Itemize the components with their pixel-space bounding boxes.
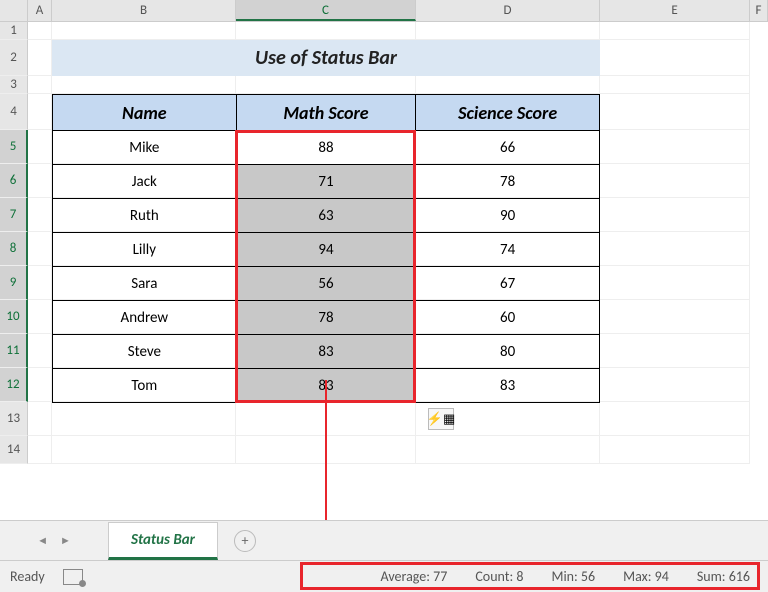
col-header-F[interactable]: F	[750, 0, 768, 21]
table-row: Lilly9474	[53, 233, 600, 267]
row-header-4[interactable]: 4	[0, 94, 28, 130]
row-header-8[interactable]: 8	[0, 232, 28, 266]
table-header-row: Name Math Score Science Score	[53, 95, 600, 131]
cell-math[interactable]: 83	[236, 335, 416, 369]
cell-math[interactable]: 78	[236, 301, 416, 335]
cell-name[interactable]: Andrew	[53, 301, 237, 335]
table-row: Jack7178	[53, 165, 600, 199]
header-math[interactable]: Math Score	[236, 95, 416, 131]
cell-name[interactable]: Ruth	[53, 199, 237, 233]
select-all-corner[interactable]	[0, 0, 28, 21]
col-header-E[interactable]: E	[600, 0, 750, 21]
row-header-6[interactable]: 6	[0, 164, 28, 198]
row-header-9[interactable]: 9	[0, 266, 28, 300]
row-header-1[interactable]: 1	[0, 22, 28, 40]
cell-name[interactable]: Mike	[53, 131, 237, 165]
row-header-7[interactable]: 7	[0, 198, 28, 232]
status-max: Max: 94	[623, 568, 669, 585]
cell-math[interactable]: 63	[236, 199, 416, 233]
cell-science[interactable]: 67	[416, 267, 600, 301]
cell-name[interactable]: Lilly	[53, 233, 237, 267]
col-header-D[interactable]: D	[416, 0, 600, 21]
cell-science[interactable]: 60	[416, 301, 600, 335]
row-header-14[interactable]: 14	[0, 436, 28, 464]
status-stats: Average: 77 Count: 8 Min: 56 Max: 94 Sum…	[381, 568, 751, 585]
row-header-10[interactable]: 10	[0, 300, 28, 334]
cell-science[interactable]: 90	[416, 199, 600, 233]
row-header-12[interactable]: 12	[0, 368, 28, 402]
add-sheet-button[interactable]: +	[234, 530, 256, 552]
col-header-B[interactable]: B	[52, 0, 236, 21]
status-average: Average: 77	[381, 568, 448, 585]
row-header-3[interactable]: 3	[0, 76, 28, 94]
cell-name[interactable]: Jack	[53, 165, 237, 199]
cell-name[interactable]: Steve	[53, 335, 237, 369]
macro-record-icon[interactable]	[63, 569, 83, 585]
cell-math[interactable]: 71	[236, 165, 416, 199]
cell-name[interactable]: Tom	[53, 369, 237, 403]
data-table: Name Math Score Science Score Mike8866 J…	[52, 94, 600, 403]
table-row: Sara5667	[53, 267, 600, 301]
quick-analysis-icon[interactable]: ⚡▦	[428, 408, 454, 430]
status-sum: Sum: 616	[697, 568, 750, 585]
table-row: Steve8380	[53, 335, 600, 369]
next-sheet-icon[interactable]: ►	[60, 534, 71, 547]
col-header-C[interactable]: C	[236, 0, 416, 21]
col-header-A[interactable]: A	[28, 0, 52, 21]
row-header-13[interactable]: 13	[0, 402, 28, 436]
table-row: Mike8866	[53, 131, 600, 165]
status-min: Min: 56	[551, 568, 595, 585]
cell-science[interactable]: 83	[416, 369, 600, 403]
grid-area: 1 2 3 4 5 6 7 8 9 10 11 12 13 14 Use of …	[0, 22, 768, 520]
header-science[interactable]: Science Score	[416, 95, 600, 131]
cell-math[interactable]: 88	[236, 131, 416, 165]
header-name[interactable]: Name	[53, 95, 237, 131]
row-header-2[interactable]: 2	[0, 40, 28, 76]
row-header-11[interactable]: 11	[0, 334, 28, 368]
cell-science[interactable]: 74	[416, 233, 600, 267]
status-ready: Ready	[10, 568, 45, 585]
prev-sheet-icon[interactable]: ◄	[37, 534, 48, 547]
cell-science[interactable]: 78	[416, 165, 600, 199]
status-count: Count: 8	[475, 568, 523, 585]
cell-science[interactable]: 66	[416, 131, 600, 165]
table-row: Andrew7860	[53, 301, 600, 335]
status-bar: Ready Average: 77 Count: 8 Min: 56 Max: …	[0, 560, 768, 592]
cell-name[interactable]: Sara	[53, 267, 237, 301]
cell-science[interactable]: 80	[416, 335, 600, 369]
sheet-tab-status-bar[interactable]: Status Bar	[108, 522, 218, 560]
title-banner: Use of Status Bar	[52, 40, 600, 76]
table-row: Ruth6390	[53, 199, 600, 233]
cell-math[interactable]: 56	[236, 267, 416, 301]
row-header-5[interactable]: 5	[0, 130, 28, 164]
sheet-tab-bar: ◄ ► Status Bar +	[0, 520, 768, 560]
tab-nav: ◄ ►	[0, 534, 108, 547]
column-headers: A B C D E F	[0, 0, 768, 22]
cell-math[interactable]: 94	[236, 233, 416, 267]
